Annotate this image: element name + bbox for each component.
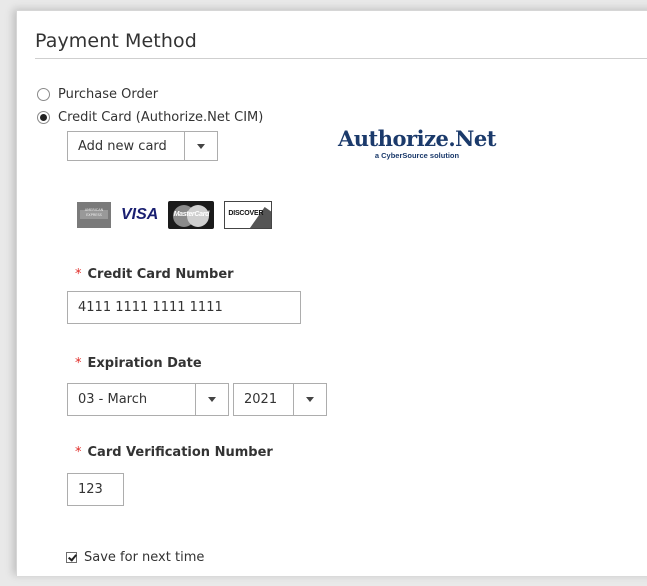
save-card-checkbox[interactable]: [66, 552, 77, 563]
chevron-down-icon: [306, 397, 314, 402]
payment-option-credit-card[interactable]: Credit Card (Authorize.Net CIM): [37, 110, 263, 125]
saved-card-select-toggle[interactable]: [184, 132, 217, 160]
mastercard-card-text: MasterCard: [173, 211, 210, 218]
provider-logo-tagline: a CyberSource solution: [374, 151, 460, 160]
expiration-month-select[interactable]: 03 - March: [67, 383, 229, 416]
expiration-year-toggle[interactable]: [293, 384, 326, 415]
chevron-down-icon: [197, 143, 205, 149]
amex-card-icon: AMERICAN EXPRESS: [77, 202, 111, 228]
save-card-option[interactable]: Save for next time: [66, 550, 204, 565]
payment-option-label: Credit Card (Authorize.Net CIM): [58, 110, 264, 125]
payment-option-label: Purchase Order: [58, 87, 159, 102]
saved-card-select-value: Add new card: [78, 138, 167, 154]
required-mark: *: [75, 356, 82, 371]
expiration-month-value: 03 - March: [78, 392, 148, 407]
payment-method-panel: Payment Method Purchase Order Credit Car…: [16, 10, 647, 576]
saved-card-select[interactable]: Add new card: [67, 131, 218, 161]
save-card-label: Save for next time: [84, 550, 205, 565]
section-title: Payment Method: [35, 30, 197, 52]
card-number-input[interactable]: 4111 1111 1111 1111: [67, 291, 301, 324]
accepted-cards: AMERICAN EXPRESS VISA MasterCard DISCOVE…: [77, 201, 282, 229]
radio-purchase-order[interactable]: [37, 88, 50, 101]
card-number-label: * Credit Card Number: [75, 267, 234, 282]
authorize-net-logo: Authorize.Net a CyberSource solution: [338, 126, 496, 161]
expiration-month-toggle[interactable]: [195, 384, 228, 415]
chevron-down-icon: [208, 397, 216, 402]
cvv-label: * Card Verification Number: [75, 445, 273, 460]
provider-logo-name: Authorize.Net: [338, 126, 496, 151]
visa-card-icon: VISA: [121, 206, 159, 223]
cvv-input[interactable]: 123: [67, 473, 124, 506]
radio-credit-card[interactable]: [37, 111, 50, 124]
title-divider: [35, 58, 647, 59]
required-mark: *: [75, 267, 82, 282]
payment-option-purchase-order[interactable]: Purchase Order: [37, 87, 158, 102]
amex-card-text: AMERICAN EXPRESS: [84, 208, 104, 217]
expiration-date-label: * Expiration Date: [75, 356, 202, 371]
discover-card-text: DISCOVER: [228, 210, 264, 217]
expiration-year-value: 2021: [244, 392, 278, 407]
mastercard-card-icon: MasterCard: [168, 201, 215, 229]
expiration-year-select[interactable]: 2021: [233, 383, 327, 416]
discover-card-icon: DISCOVER: [224, 201, 273, 229]
required-mark: *: [75, 445, 82, 460]
